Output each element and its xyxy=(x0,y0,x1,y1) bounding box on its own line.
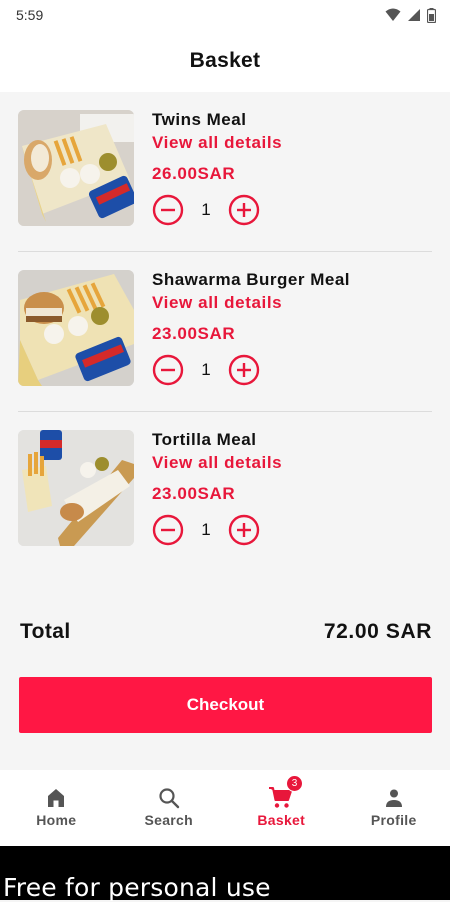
item-price: 23.00SAR xyxy=(152,324,235,344)
divider xyxy=(18,251,432,252)
increase-quantity-button[interactable] xyxy=(228,354,260,386)
status-bar: 5:59 xyxy=(0,0,450,30)
quantity-value: 1 xyxy=(184,360,228,380)
divider xyxy=(18,411,432,412)
checkout-button[interactable]: Checkout xyxy=(19,677,432,733)
watermark-text: Free for personal use xyxy=(3,873,271,902)
basket-item: Twins Meal View all details 26.00SAR 1 xyxy=(18,110,432,270)
increase-quantity-button[interactable] xyxy=(228,514,260,546)
status-time: 5:59 xyxy=(16,7,43,23)
item-name: Tortilla Meal xyxy=(152,430,256,450)
app-header: Basket xyxy=(0,30,450,92)
item-name: Shawarma Burger Meal xyxy=(152,270,350,290)
cart-count-badge: 3 xyxy=(286,775,303,792)
checkout-label: Checkout xyxy=(187,695,264,715)
view-details-link[interactable]: View all details xyxy=(152,453,282,473)
nav-label: Search xyxy=(145,812,194,828)
nav-label: Home xyxy=(36,812,76,828)
quantity-stepper: 1 xyxy=(152,514,262,546)
quantity-stepper: 1 xyxy=(152,194,262,226)
watermark-bar: Free for personal use xyxy=(0,846,450,900)
quantity-value: 1 xyxy=(184,200,228,220)
item-name: Twins Meal xyxy=(152,110,246,130)
nav-item-basket[interactable]: 3 Basket xyxy=(225,770,338,846)
decrease-quantity-button[interactable] xyxy=(152,514,184,546)
total-row: Total 72.00 SAR xyxy=(20,620,432,650)
wifi-icon xyxy=(385,8,401,22)
item-image-tortilla-meal xyxy=(18,430,134,546)
item-image-shawarma-burger-meal xyxy=(18,270,134,386)
nav-item-search[interactable]: Search xyxy=(113,770,226,846)
item-image-twins-meal xyxy=(18,110,134,226)
person-icon xyxy=(382,786,406,810)
quantity-value: 1 xyxy=(184,520,228,540)
basket-item: Tortilla Meal View all details 23.00SAR … xyxy=(18,430,432,590)
bottom-navigation: Home Search 3 Basket Profile xyxy=(0,770,450,846)
view-details-link[interactable]: View all details xyxy=(152,293,282,313)
total-label: Total xyxy=(20,620,71,644)
decrease-quantity-button[interactable] xyxy=(152,354,184,386)
nav-label: Profile xyxy=(371,812,417,828)
status-icons xyxy=(385,8,436,23)
nav-item-home[interactable]: Home xyxy=(0,770,113,846)
view-details-link[interactable]: View all details xyxy=(152,133,282,153)
total-value: 72.00 SAR xyxy=(324,620,432,644)
decrease-quantity-button[interactable] xyxy=(152,194,184,226)
basket-item: Shawarma Burger Meal View all details 23… xyxy=(18,270,432,430)
nav-label: Basket xyxy=(257,812,305,828)
battery-icon xyxy=(427,8,436,23)
home-icon xyxy=(44,786,68,810)
item-price: 23.00SAR xyxy=(152,484,235,504)
search-icon xyxy=(157,786,181,810)
item-price: 26.00SAR xyxy=(152,164,235,184)
page-title: Basket xyxy=(190,49,261,73)
quantity-stepper: 1 xyxy=(152,354,262,386)
nav-item-profile[interactable]: Profile xyxy=(338,770,450,846)
signal-icon xyxy=(407,8,421,22)
increase-quantity-button[interactable] xyxy=(228,194,260,226)
